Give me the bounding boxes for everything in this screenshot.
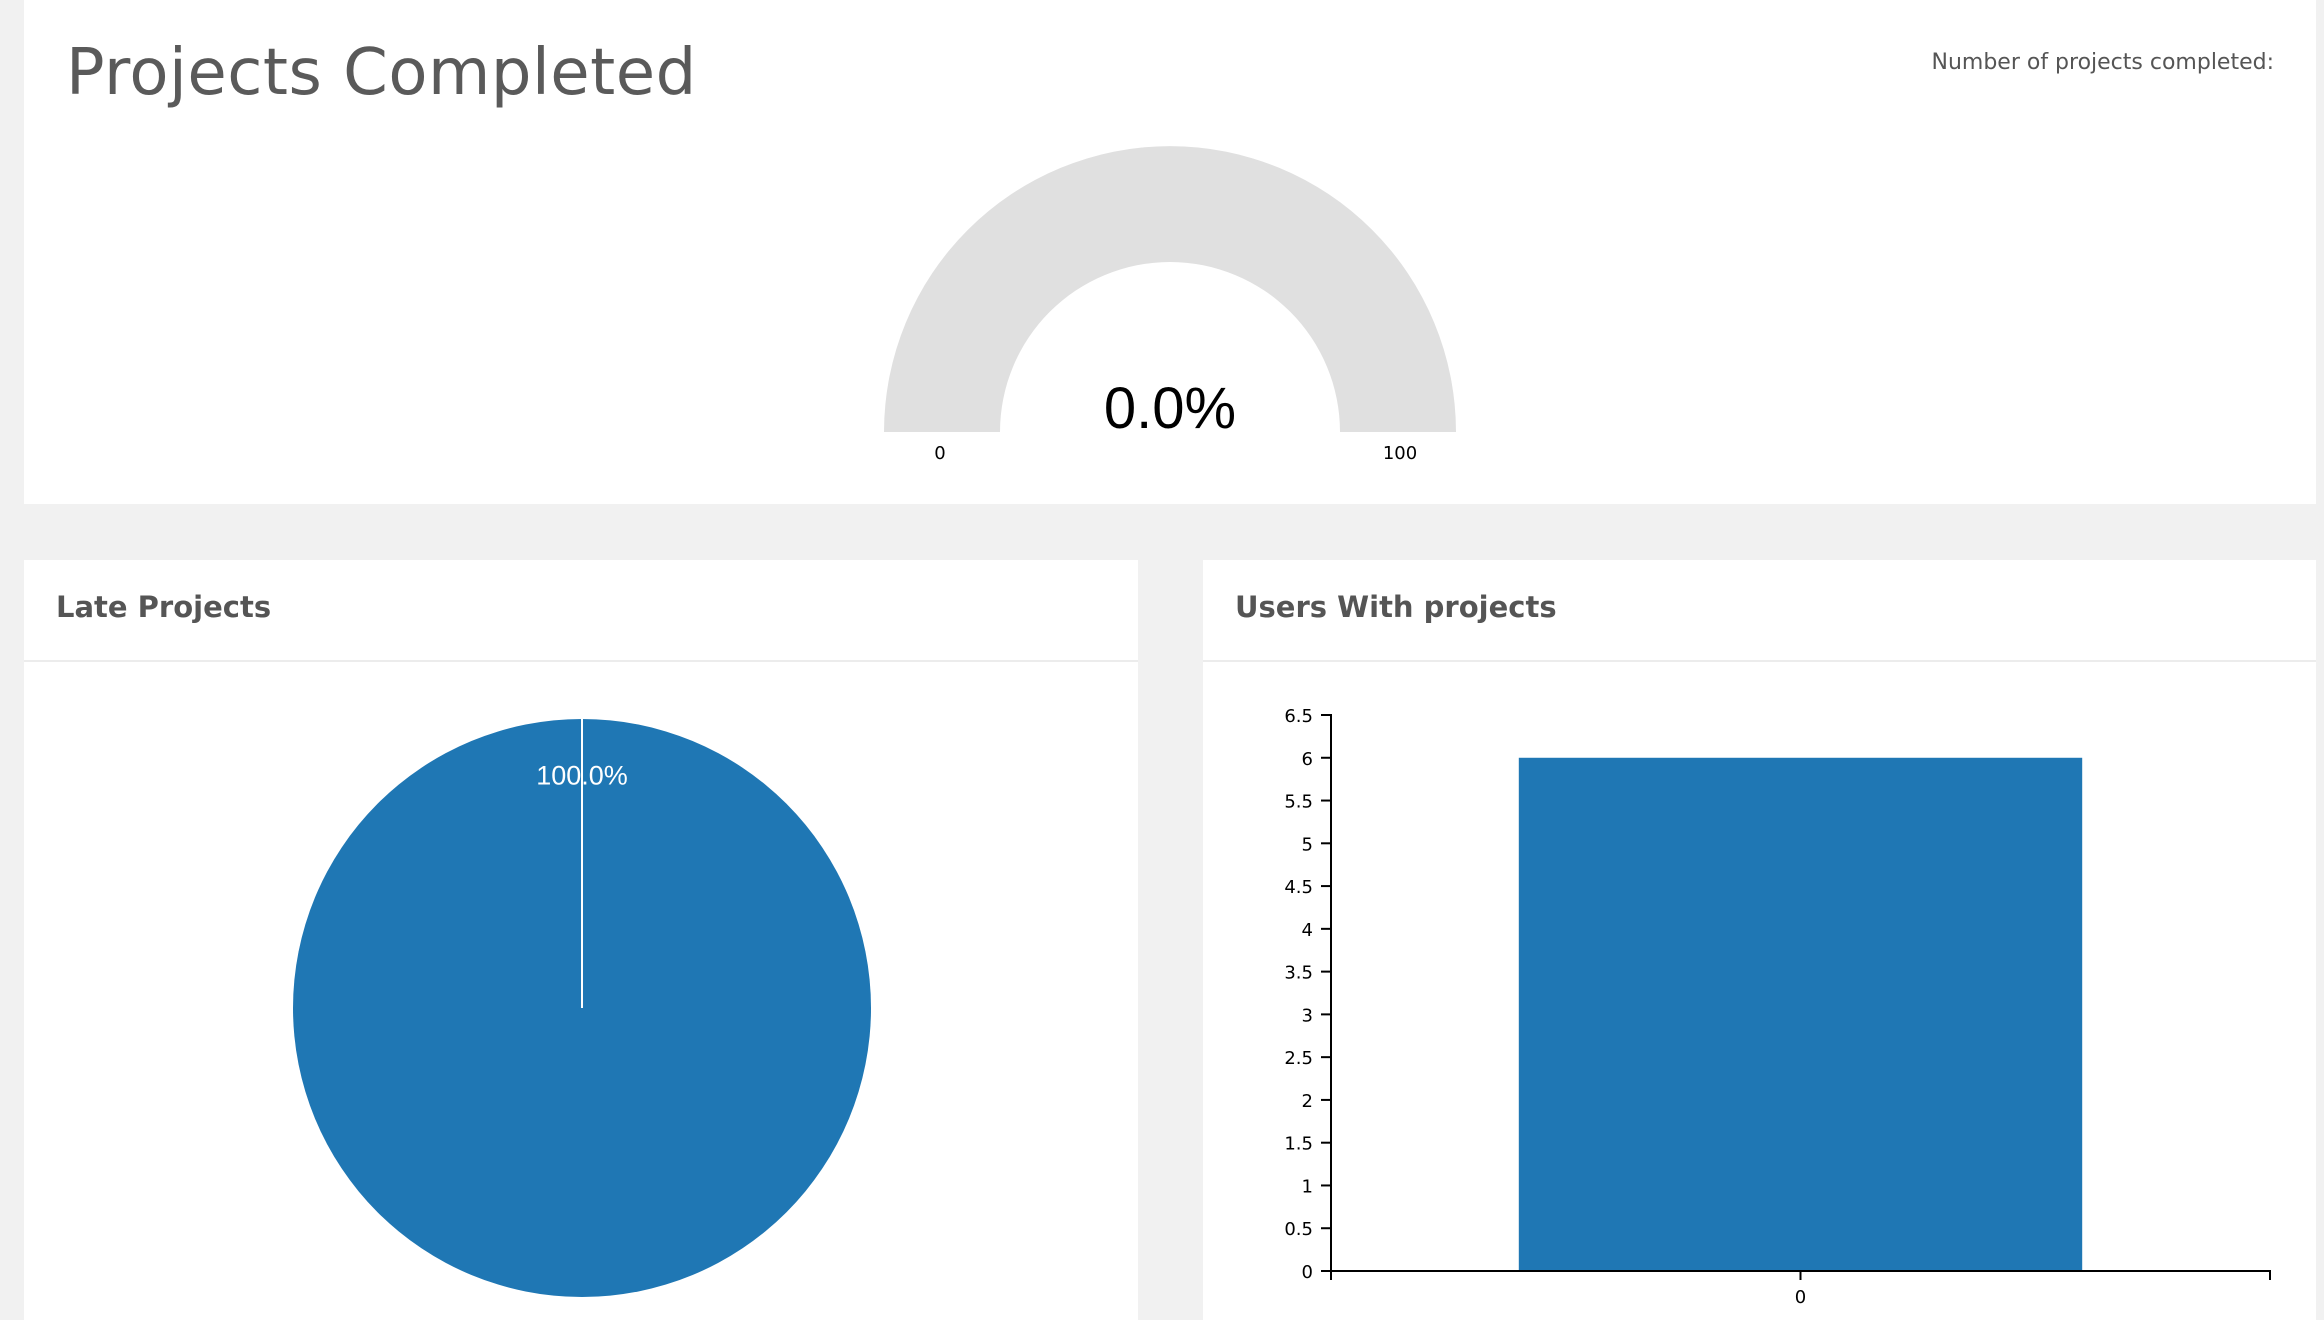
y-tick-label: 4 bbox=[1302, 920, 1313, 941]
users-with-projects-panel: Users With projects 0 0 0.5 1 1.5 2 2.5 3 3.5 4 4.… bbox=[1203, 560, 2316, 1320]
late-projects-pie-chart: 100.0% bbox=[293, 719, 871, 1297]
x-tick-label: 0 bbox=[1795, 1287, 1806, 1308]
y-tick-label: 0 bbox=[1302, 1262, 1313, 1283]
y-tick-label: 3 bbox=[1302, 1005, 1313, 1026]
pie-slice-label: 100.0% bbox=[536, 760, 628, 790]
y-tick-label: 5.5 bbox=[1284, 792, 1313, 813]
projects-completed-panel: Projects Completed Number of projects co… bbox=[24, 0, 2316, 504]
y-tick-label: 0.5 bbox=[1284, 1219, 1313, 1240]
y-tick-label: 4.5 bbox=[1284, 877, 1313, 898]
y-axis bbox=[1321, 714, 1332, 1272]
bar bbox=[1518, 757, 2083, 1271]
y-tick-label: 2.5 bbox=[1284, 1048, 1313, 1069]
y-tick-label: 1 bbox=[1302, 1176, 1313, 1197]
y-tick-label: 1.5 bbox=[1284, 1134, 1313, 1155]
y-tick-label: 5 bbox=[1302, 834, 1313, 855]
y-tick-label: 3.5 bbox=[1284, 963, 1313, 984]
gauge-chart: 0.0% 0 100 bbox=[884, 146, 1456, 464]
gauge-value-label: 0.0% bbox=[1104, 376, 1236, 441]
users-bar-chart: 0 0 0.5 1 1.5 2 2.5 3 3.5 4 4.5 5 5.5 6 6.5 bbox=[1284, 706, 2271, 1308]
y-tick-label: 6 bbox=[1302, 749, 1313, 770]
y-tick-label: 6.5 bbox=[1284, 706, 1313, 727]
late-projects-panel: Late Projects 100.0% bbox=[24, 560, 1138, 1320]
y-tick-label: 2 bbox=[1302, 1091, 1313, 1112]
gauge-min-label: 0 bbox=[934, 443, 945, 464]
gauge-max-label: 100 bbox=[1383, 443, 1417, 464]
